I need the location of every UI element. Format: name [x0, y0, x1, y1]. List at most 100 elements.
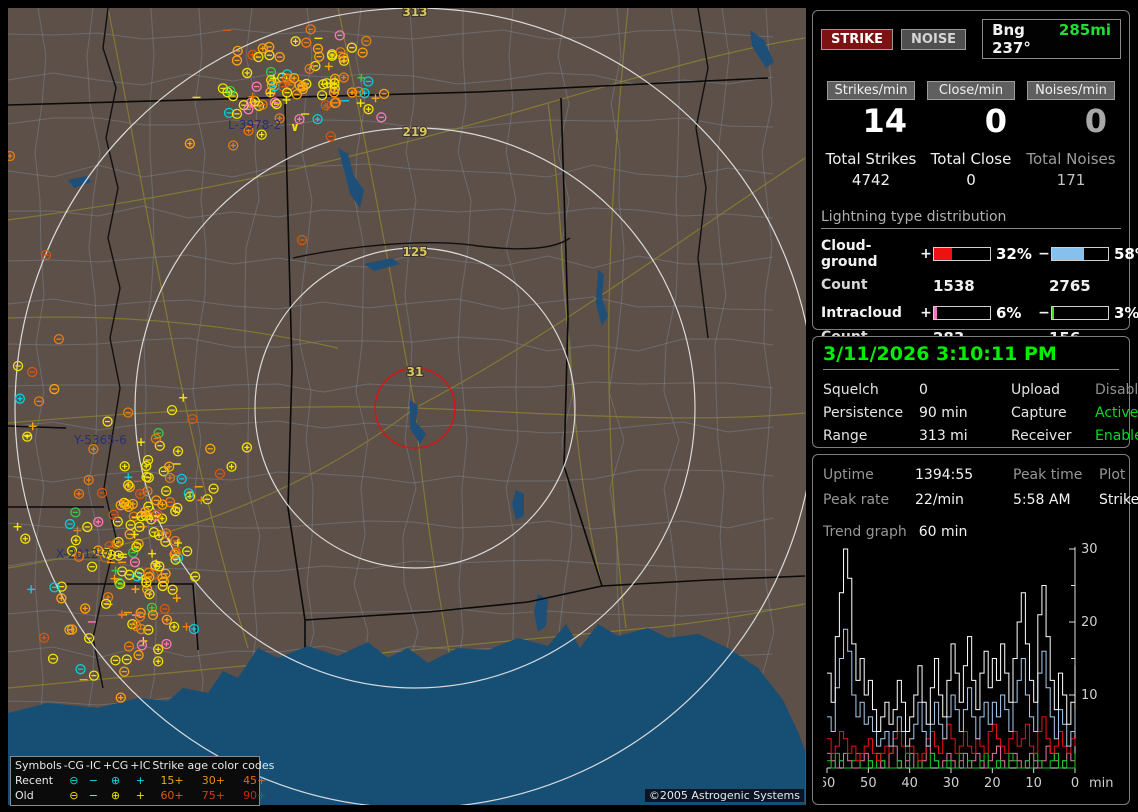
distribution-row-1: Intracloud +6% − 3%	[821, 304, 1138, 322]
legend-col--CG: -CG	[63, 759, 84, 772]
plus-bar	[933, 306, 991, 320]
svg-text:40: 40	[901, 776, 918, 791]
svg-text:313: 313	[402, 8, 427, 19]
stat-c3-0: Plot	[1099, 467, 1126, 483]
legend-symbol-3: +	[135, 789, 145, 802]
distribution-row-0: Cloud-ground +32%− 58%	[821, 238, 1138, 270]
rate-chip-1: Close/min	[927, 81, 1015, 100]
stat-label-0: Uptime	[823, 467, 874, 483]
stats-panel: Uptime 1394:55 Peak time Plot Peak rate 22/mi…	[812, 454, 1138, 805]
svg-text:30: 30	[943, 776, 960, 791]
plus-sign: +	[920, 246, 932, 262]
plus-count: 1538	[933, 277, 975, 295]
legend-age-90+: 90+	[243, 789, 267, 802]
legend-age-30+: 30+	[201, 774, 225, 787]
trend-graph-label: Trend graph	[823, 524, 907, 540]
plus-sign: +	[920, 305, 932, 321]
plus-bar-fill	[934, 307, 938, 319]
stat-c3-1: Strike	[1099, 492, 1138, 508]
legend-row-Old: Old	[15, 789, 34, 802]
total-label-1: Total Close	[930, 150, 1012, 168]
lightning-map[interactable]: 313 219 125 31 L-3978-2 ∨ Y-5365-6 + X-2012-7 = …	[8, 8, 806, 806]
setting-label-2b: Receiver	[1011, 428, 1072, 444]
counter-chip-cell: Strikes/min	[821, 81, 921, 100]
plus-pct: 32%	[996, 245, 1032, 263]
stat-label-1: Peak rate	[823, 492, 890, 508]
svg-text:+: +	[136, 435, 146, 449]
counter-chip-cell: Close/min	[921, 81, 1021, 100]
legend-symbol-0: ⊖	[69, 774, 79, 787]
setting-label-2a: Range	[823, 428, 868, 444]
setting-value-1a: 90 min	[919, 405, 968, 421]
legend-age-60+: 60+	[160, 789, 184, 802]
rate-value-2: 0	[1084, 102, 1107, 140]
count-label: Count	[821, 277, 868, 293]
rate-chip-0: Strikes/min	[827, 81, 915, 100]
minus-bar-fill	[1052, 307, 1054, 319]
nexstorm-app: 313 219 125 31 L-3978-2 ∨ Y-5365-6 + X-2012-7 = …	[0, 0, 1138, 812]
minus-count: 2765	[1049, 277, 1091, 295]
setting-value-2a: 313 mi	[919, 428, 968, 444]
legend-age-title: Strike age color codes	[152, 759, 275, 772]
legend-age-75+: 75+	[201, 789, 225, 802]
minus-pct: 58%	[1114, 245, 1138, 263]
minus-bar-fill	[1052, 248, 1085, 260]
noise-button[interactable]: NOISE	[901, 28, 967, 50]
bearing-value: Bng 237°	[992, 21, 1031, 57]
legend-age-45+: 45+	[243, 774, 267, 787]
stat-value-0: 1394:55	[915, 467, 974, 483]
svg-text:30: 30	[1081, 542, 1098, 557]
dist-name: Intracloud	[821, 305, 902, 321]
total-value-1: 0	[966, 171, 976, 189]
svg-text:0: 0	[1071, 776, 1079, 791]
counters-panel: STRIKE NOISE Bng 237° 285mi Strikes/min C…	[812, 10, 1138, 347]
svg-text:min: min	[1089, 776, 1114, 791]
total-label-0: Total Strikes	[825, 150, 917, 168]
counter-chip-cell: Noises/min	[1021, 81, 1121, 100]
dist-name: Cloud-ground	[821, 238, 878, 270]
stat-c2-1: 5:58 AM	[1013, 492, 1071, 508]
status-panel: 3/11/2026 3:10:11 PM Squelch 0 Upload Disab…	[812, 336, 1138, 448]
distance-value: 285mi	[1058, 21, 1111, 39]
svg-text:31: 31	[407, 365, 424, 379]
rate-value-0: 14	[862, 102, 907, 140]
legend-row-Recent: Recent	[15, 774, 54, 787]
legend-symbol-0: ⊖	[69, 789, 79, 802]
minus-sign: −	[1038, 246, 1050, 262]
setting-label-1b: Capture	[1011, 405, 1067, 421]
setting-value-0b: Disabled	[1095, 382, 1138, 398]
strike-button[interactable]: STRIKE	[821, 28, 894, 50]
map-legend: Symbols -CG -IC +CG +IC Strike age color code…	[10, 756, 274, 806]
setting-value-2b: Enabled	[1095, 428, 1138, 444]
storm-cell-L-3978-2: L-3978-2	[228, 118, 281, 132]
stat-c2-0: Peak time	[1013, 467, 1083, 483]
setting-label-1a: Persistence	[823, 405, 904, 421]
legend-symbol-1: −	[88, 789, 98, 802]
rate-value-1: 0	[984, 102, 1007, 140]
legend-symbol-3: +	[135, 774, 145, 787]
plus-bar-fill	[934, 248, 952, 260]
setting-value-1b: Active	[1095, 405, 1138, 421]
minus-pct: 3%	[1114, 304, 1138, 322]
plus-bar	[933, 247, 991, 261]
trend-window: 60 min	[918, 524, 968, 540]
setting-label-0a: Squelch	[823, 382, 879, 398]
total-value-2: 171	[1056, 171, 1086, 189]
map-canvas[interactable]: 313 219 125 31 L-3978-2 ∨ Y-5365-6 + X-2012-7 =	[8, 8, 806, 805]
setting-label-0b: Upload	[1011, 382, 1061, 398]
minus-sign: −	[1038, 305, 1050, 321]
minus-bar	[1051, 306, 1109, 320]
legend-col--IC: -IC	[85, 759, 101, 772]
distribution-title: Lightning type distribution	[821, 209, 1121, 229]
svg-text:10: 10	[1025, 776, 1042, 791]
svg-text:20: 20	[984, 776, 1001, 791]
storm-cell-Y-5365-6: Y-5365-6	[73, 433, 127, 447]
legend-symbol-2: ⊕	[110, 774, 121, 787]
legend-col-+CG: +CG	[102, 759, 129, 772]
legend-symbol-1: −	[88, 774, 98, 787]
svg-text:219: 219	[402, 125, 427, 139]
total-label-2: Total Noises	[1026, 150, 1116, 168]
total-value-0: 4742	[851, 171, 891, 189]
svg-text:60: 60	[823, 776, 835, 791]
